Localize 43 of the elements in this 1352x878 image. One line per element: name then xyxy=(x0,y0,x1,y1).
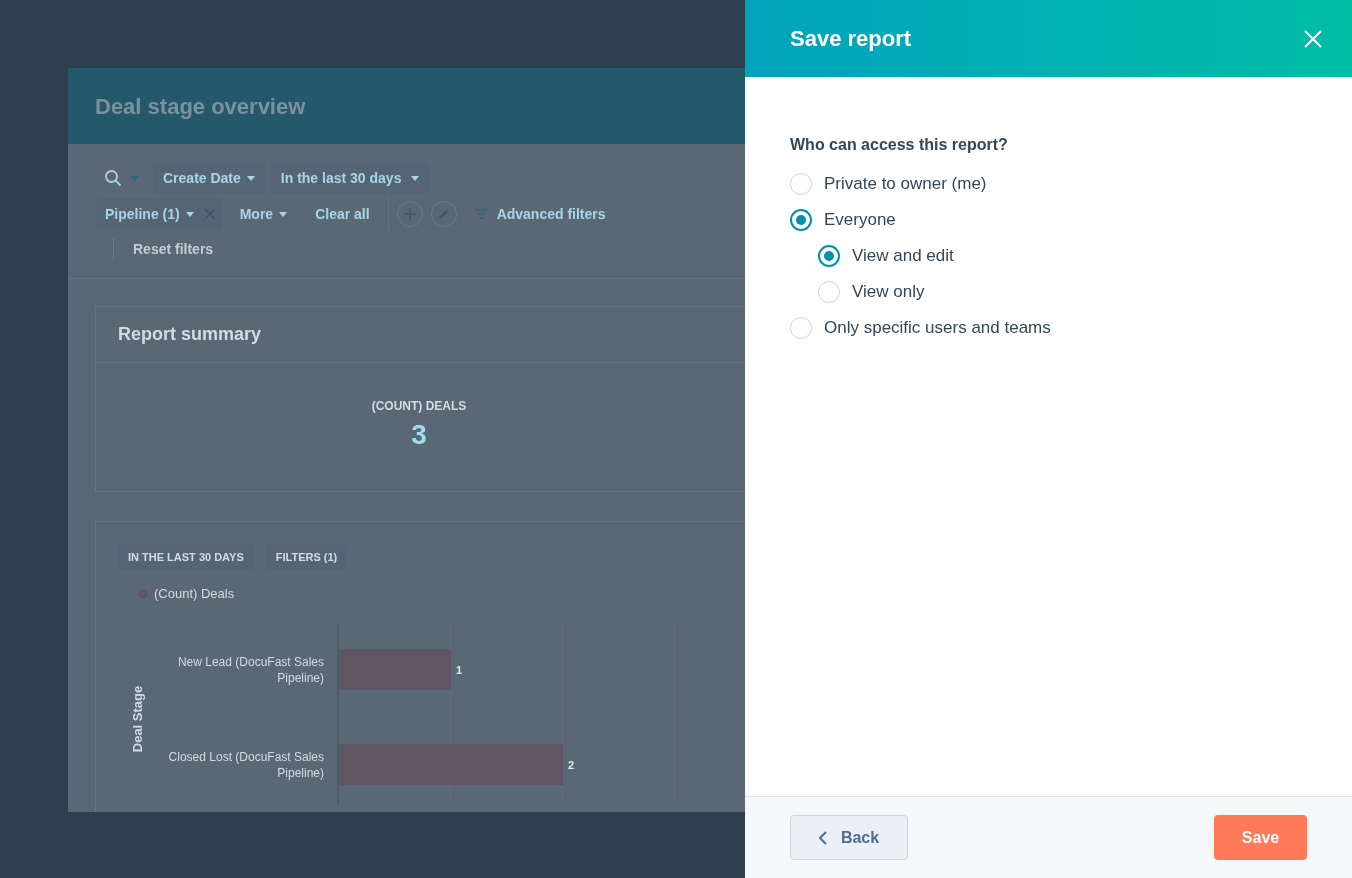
data-label: 1 xyxy=(456,664,463,676)
caret-icon xyxy=(130,175,139,181)
radio-option[interactable]: View only xyxy=(818,274,925,310)
search-icon xyxy=(104,169,122,187)
save-button[interactable]: Save xyxy=(1214,815,1307,860)
pipeline-label[interactable]: Pipeline (1) xyxy=(105,203,194,225)
data-label: 2 xyxy=(568,759,575,771)
filter-icon xyxy=(474,209,489,219)
radio-button[interactable] xyxy=(818,245,840,267)
clear-all-link[interactable]: Clear all xyxy=(305,198,389,230)
axis-title: Deal Stage xyxy=(130,685,145,753)
report-title: Deal stage overview xyxy=(95,92,306,121)
legend-label: (Count) Deals xyxy=(154,585,235,603)
advanced-filters-button[interactable]: Advanced filters xyxy=(464,198,616,230)
filter-dropdown[interactable]: In the last 30 days xyxy=(270,162,430,194)
panel-title: Save report xyxy=(790,25,912,53)
reset-filters-button[interactable]: Reset filters xyxy=(133,238,214,260)
metric-value: 3 xyxy=(411,418,427,452)
close-button[interactable] xyxy=(1302,27,1324,50)
radio-button[interactable] xyxy=(790,209,812,231)
radio-option[interactable]: View and edit xyxy=(818,238,954,274)
radio-option[interactable]: Only specific users and teams xyxy=(790,310,1051,346)
caret-icon xyxy=(411,175,420,181)
caret-icon xyxy=(279,211,288,217)
filter-tag: IN THE LAST 30 DAYS xyxy=(118,544,254,570)
caret-icon xyxy=(246,175,255,181)
chevron-left-icon xyxy=(818,830,827,845)
radio-option[interactable]: Everyone xyxy=(790,202,896,238)
pipeline-filter[interactable]: Pipeline (1) xyxy=(96,198,222,230)
category-label: New Lead (DocuFast Sales Pipeline) xyxy=(176,654,324,686)
more-dropdown[interactable]: More xyxy=(229,198,298,230)
pencil-icon xyxy=(437,208,450,220)
metric-label: (COUNT) DEALS xyxy=(371,398,467,415)
card-title: Report summary xyxy=(118,323,262,346)
filter-tag: FILTERS (1) xyxy=(265,544,348,570)
filter-dropdown[interactable]: Create Date xyxy=(153,162,265,194)
close-icon xyxy=(1304,29,1322,48)
back-button[interactable]: Back xyxy=(790,815,908,860)
category-label: Closed Lost (DocuFast Sales Pipeline) xyxy=(167,749,324,781)
radio-option[interactable]: Private to owner (me) xyxy=(790,166,987,202)
question-label: Who can access this report? xyxy=(790,135,1009,155)
plus-icon xyxy=(403,208,416,220)
caret-icon xyxy=(185,211,194,217)
